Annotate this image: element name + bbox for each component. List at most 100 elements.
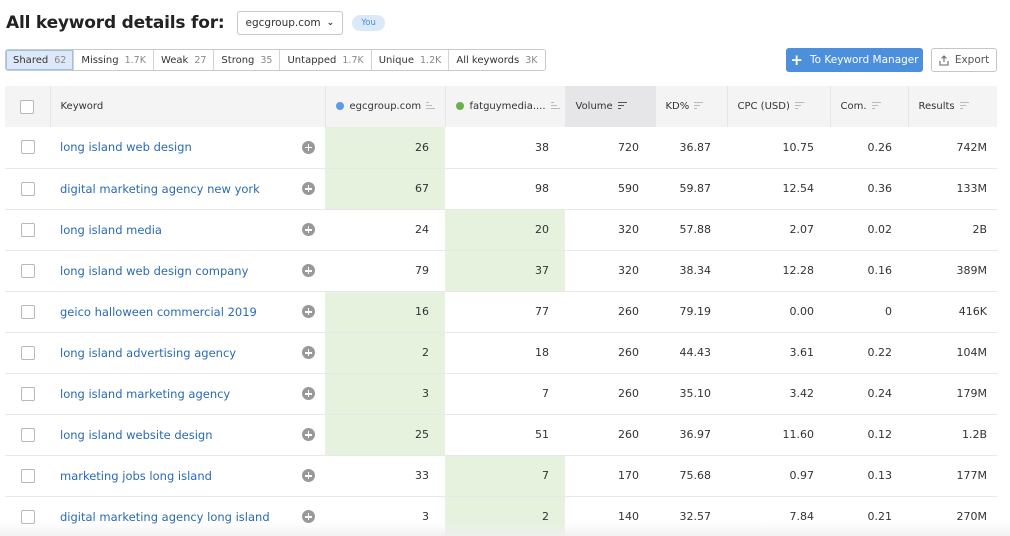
domain1-position-cell: 2 [325,332,445,374]
results-cell: 1.2B [908,414,997,456]
row-select-cell [5,373,50,415]
domain1-position-cell: 25 [325,414,445,456]
results-cell: 104M [908,332,997,374]
tab-unique[interactable]: Unique 1.2K [371,50,450,70]
tab-count: 1.7K [124,54,146,66]
add-plus-circle-icon[interactable] [302,346,315,359]
keyword-cell: long island web design company [50,250,325,292]
keyword-link[interactable]: long island website design [60,428,213,442]
row-checkbox[interactable] [20,386,35,401]
column-header-kd[interactable]: KD% [655,86,728,127]
keyword-cell: long island website design [50,414,325,456]
table-header-row: Keyword egcgroup.com fatguymedia.... Vol… [5,86,997,127]
keyword-link[interactable]: digital marketing agency new york [60,182,260,196]
kd-cell: 44.43 [655,332,727,374]
add-plus-circle-icon[interactable] [302,428,315,441]
keyword-link[interactable]: marketing jobs long island [60,469,212,483]
add-plus-circle-icon[interactable] [302,510,315,523]
results-cell: 177M [908,455,997,497]
cpc-cell: 3.42 [727,373,830,415]
domain2-dot-icon [455,102,464,110]
volume-cell: 140 [565,496,655,536]
column-header-cpc[interactable]: CPC (USD) [727,86,831,127]
tab-count: 3K [525,54,538,66]
domain2-position-cell: 7 [445,455,565,497]
tab-count: 1.2K [420,54,442,66]
select-all-checkbox[interactable] [20,99,35,114]
row-checkbox[interactable] [20,263,35,278]
add-plus-circle-icon[interactable] [302,182,315,195]
sort-icon [550,102,560,110]
domain1-position-cell: 16 [325,291,445,333]
column-label: egcgroup.com [349,101,422,112]
kd-cell: 57.88 [655,209,727,251]
add-plus-circle-icon[interactable] [302,305,315,318]
add-plus-circle-icon[interactable] [302,469,315,482]
keyword-cell: digital marketing agency new york [50,168,325,210]
keyword-link[interactable]: digital marketing agency long island [60,510,270,524]
row-checkbox[interactable] [20,304,35,319]
com-cell: 0.12 [830,414,908,456]
keyword-link[interactable]: long island advertising agency [60,346,236,360]
com-cell: 0 [830,291,908,333]
keyword-cell: geico halloween commercial 2019 [50,291,325,333]
column-header-results[interactable]: Results [908,86,997,127]
kd-cell: 32.57 [655,496,727,536]
add-plus-circle-icon[interactable] [302,223,315,236]
keyword-cell: long island media [50,209,325,251]
export-button[interactable]: Export [931,48,997,72]
column-header-volume[interactable]: Volume [565,86,656,127]
table-row: long island advertising agency 2 18 260 … [5,332,997,374]
to-keyword-manager-button[interactable]: + To Keyword Manager [786,48,923,72]
tab-all-keywords[interactable]: All keywords 3K [449,50,545,70]
add-plus-circle-icon[interactable] [302,264,315,277]
export-label: Export [954,54,990,66]
domain1-position-cell: 33 [325,455,445,497]
kd-cell: 79.19 [655,291,727,333]
keyword-cell: long island marketing agency [50,373,325,415]
column-header-domain1[interactable]: egcgroup.com [325,86,446,127]
row-checkbox[interactable] [20,181,35,196]
volume-cell: 720 [565,127,655,169]
keyword-link[interactable]: long island media [60,223,162,237]
sort-desc-icon [617,102,627,110]
domain2-position-cell: 37 [445,250,565,292]
keyword-link[interactable]: geico halloween commercial 2019 [60,305,257,319]
tab-shared[interactable]: Shared 62 [6,50,75,70]
results-cell: 179M [908,373,997,415]
column-header-domain2[interactable]: fatguymedia.... [445,86,566,127]
table-row: long island marketing agency 3 7 260 35.… [5,373,997,415]
row-checkbox[interactable] [20,140,35,155]
kd-cell: 35.10 [655,373,727,415]
chevron-down-icon: ⌄ [326,18,335,28]
keyword-link[interactable]: long island web design company [60,264,248,278]
column-header-com[interactable]: Com. [830,86,909,127]
row-checkbox[interactable] [20,222,35,237]
table-row: long island web design company 79 37 320… [5,250,997,292]
add-plus-circle-icon[interactable] [302,140,315,154]
tab-strong[interactable]: Strong 35 [214,50,281,70]
domain1-dot-icon [335,102,344,110]
domain2-position-cell: 98 [445,168,565,210]
table-row: digital marketing agency new york 67 98 … [5,168,997,210]
add-plus-circle-icon[interactable] [302,387,315,400]
cpc-cell: 7.84 [727,496,830,536]
tab-untapped[interactable]: Untapped 1.7K [280,50,372,70]
row-checkbox[interactable] [20,345,35,360]
keyword-link[interactable]: long island web design [60,140,192,154]
row-checkbox[interactable] [20,468,35,483]
row-checkbox[interactable] [20,427,35,442]
sort-icon [794,102,804,110]
row-checkbox[interactable] [20,509,35,524]
column-label: KD% [665,101,690,112]
tab-missing[interactable]: Missing 1.7K [74,50,154,70]
keyword-link[interactable]: long island marketing agency [60,387,230,401]
row-select-cell [5,332,50,374]
kd-cell: 36.97 [655,414,727,456]
domain2-position-cell: 18 [445,332,565,374]
tab-weak[interactable]: Weak 27 [153,50,215,70]
com-cell: 0.36 [830,168,908,210]
tab-count: 1.7K [342,54,364,66]
domain-select[interactable]: egcgroup.com ⌄ [236,11,344,35]
cpc-cell: 12.28 [727,250,830,292]
